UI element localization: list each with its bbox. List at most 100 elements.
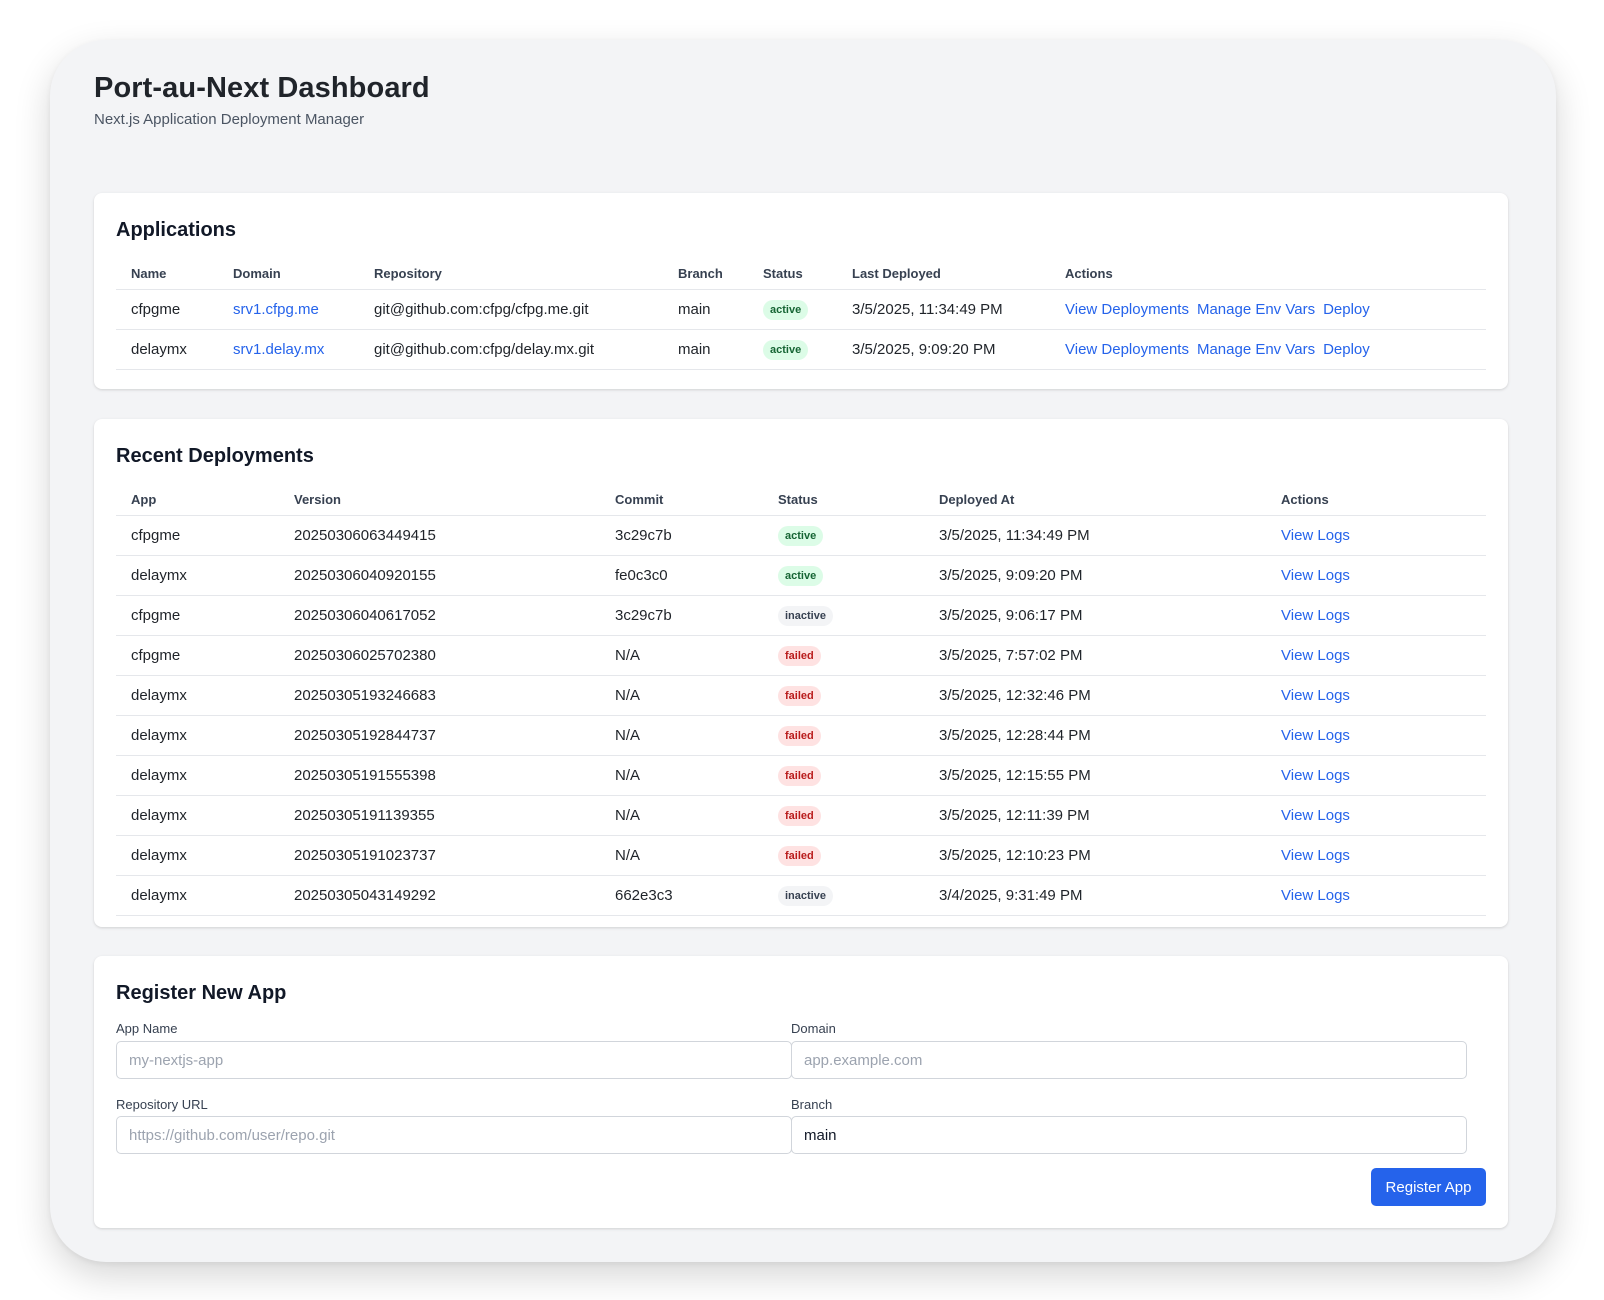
deploy-link[interactable]: Deploy (1323, 341, 1370, 358)
status-badge: failed (778, 845, 821, 866)
branch-cell: main (663, 329, 748, 370)
actions-cell: View Deployments Manage Env Vars Deploy (1050, 329, 1486, 370)
manage-env-vars-link[interactable]: Manage Env Vars (1197, 341, 1315, 358)
commit-cell: N/A (600, 795, 763, 836)
domain-link[interactable]: srv1.cfpg.me (233, 301, 319, 318)
app-cell: delaymx (116, 875, 279, 916)
view-logs-link[interactable]: View Logs (1281, 767, 1350, 784)
view-deployments-link[interactable]: View Deployments (1065, 301, 1189, 318)
table-row: delaymx 20250305191023737 N/A failed 3/5/202… (116, 835, 1486, 876)
view-logs-link[interactable]: View Logs (1281, 847, 1350, 864)
last-deployed-cell: 3/5/2025, 11:34:49 PM (837, 289, 1050, 330)
status-badge: active (778, 525, 824, 546)
view-logs-link[interactable]: View Logs (1281, 807, 1350, 824)
view-logs-link[interactable]: View Logs (1281, 727, 1350, 744)
deployments-header-row: App Version Commit Status Deployed At Actions (116, 483, 1486, 516)
app-cell: delaymx (116, 835, 279, 876)
status-badge: failed (778, 765, 821, 786)
actions-cell: View Logs (1266, 715, 1486, 756)
deployed-at-cell: 3/4/2025, 9:31:49 PM (924, 875, 1266, 916)
version-cell: 20250305192844737 (279, 715, 600, 756)
column-header: Status (748, 257, 837, 290)
column-header: Actions (1266, 483, 1486, 516)
actions-cell: View Logs (1266, 675, 1486, 716)
page-subtitle: Next.js Application Deployment Manager (94, 111, 365, 128)
app-cell: cfpgme (116, 635, 279, 676)
version-cell: 20250306025702380 (279, 635, 600, 676)
manage-env-vars-link[interactable]: Manage Env Vars (1197, 301, 1315, 318)
domain-link[interactable]: srv1.delay.mx (233, 341, 324, 358)
commit-cell: N/A (600, 715, 763, 756)
app-name-input[interactable] (116, 1041, 792, 1079)
deployments-table: App Version Commit Status Deployed At Actions… (116, 483, 1486, 916)
repository-url-label: Repository URL (116, 1097, 208, 1112)
table-row: cfpgme 20250306063449415 3c29c7b active 3/5/… (116, 515, 1486, 556)
branch-input[interactable] (791, 1116, 1467, 1154)
version-cell: 20250305191139355 (279, 795, 600, 836)
status-badge: failed (778, 645, 821, 666)
status-cell: active (748, 329, 837, 370)
status-badge: inactive (778, 605, 833, 626)
deployed-at-cell: 3/5/2025, 12:11:39 PM (924, 795, 1266, 836)
column-header: Branch (663, 257, 748, 290)
view-logs-link[interactable]: View Logs (1281, 647, 1350, 664)
view-logs-link[interactable]: View Logs (1281, 527, 1350, 544)
actions-cell: View Logs (1266, 795, 1486, 836)
deployed-at-cell: 3/5/2025, 12:10:23 PM (924, 835, 1266, 876)
repository-cell: git@github.com:cfpg/cfpg.me.git (359, 289, 663, 330)
commit-cell: 662e3c3 (600, 875, 763, 916)
status-badge: active (778, 565, 824, 586)
app-name-cell: cfpgme (116, 289, 218, 330)
app-cell: delaymx (116, 675, 279, 716)
applications-header-row: Name Domain Repository Branch Status Last Dep… (116, 257, 1486, 290)
actions-cell: View Logs (1266, 755, 1486, 796)
app-name-cell: delaymx (116, 329, 218, 370)
commit-cell: N/A (600, 675, 763, 716)
domain-input[interactable] (791, 1041, 1467, 1079)
version-cell: 20250305043149292 (279, 875, 600, 916)
table-row: delaymx 20250305191555398 N/A failed 3/5/202… (116, 755, 1486, 796)
commit-cell: N/A (600, 755, 763, 796)
status-cell: failed (763, 835, 924, 876)
view-deployments-link[interactable]: View Deployments (1065, 341, 1189, 358)
column-header: App (116, 483, 279, 516)
table-row: delaymx 20250306040920155 fe0c3c0 active 3/5… (116, 555, 1486, 596)
commit-cell: fe0c3c0 (600, 555, 763, 596)
applications-body: cfpgme srv1.cfpg.me git@github.com:cfpg/cf… (116, 289, 1486, 370)
actions-cell: View Logs (1266, 635, 1486, 676)
deploy-link[interactable]: Deploy (1323, 301, 1370, 318)
status-cell: active (763, 555, 924, 596)
table-row: cfpgme srv1.cfpg.me git@github.com:cfpg/cf… (116, 289, 1486, 330)
table-row: delaymx 20250305043149292 662e3c3 inactive 3… (116, 875, 1486, 916)
app-cell: delaymx (116, 555, 279, 596)
dashboard-content: Port-au-Next Dashboard Next.js Applicati… (94, 72, 1508, 1228)
version-cell: 20250306040920155 (279, 555, 600, 596)
view-logs-link[interactable]: View Logs (1281, 687, 1350, 704)
status-cell: inactive (763, 595, 924, 636)
app-cell: cfpgme (116, 515, 279, 556)
applications-title: Applications (116, 219, 237, 241)
table-row: cfpgme 20250306040617052 3c29c7b inactive 3/… (116, 595, 1486, 636)
register-app-button[interactable]: Register App (1371, 1168, 1486, 1206)
deployments-title: Recent Deployments (116, 445, 314, 467)
status-cell: active (748, 289, 837, 330)
version-cell: 20250306063449415 (279, 515, 600, 556)
deployed-at-cell: 3/5/2025, 11:34:49 PM (924, 515, 1266, 556)
page-title: Port-au-Next Dashboard (94, 72, 430, 104)
view-logs-link[interactable]: View Logs (1281, 887, 1350, 904)
status-cell: failed (763, 635, 924, 676)
column-header: Version (279, 483, 600, 516)
column-header: Last Deployed (837, 257, 1050, 290)
actions-cell: View Logs (1266, 515, 1486, 556)
version-cell: 20250305191023737 (279, 835, 600, 876)
view-logs-link[interactable]: View Logs (1281, 567, 1350, 584)
actions-cell: View Logs (1266, 835, 1486, 876)
actions-cell: View Logs (1266, 555, 1486, 596)
status-cell: active (763, 515, 924, 556)
repository-url-input[interactable] (116, 1116, 792, 1154)
actions-cell: View Logs (1266, 875, 1486, 916)
view-logs-link[interactable]: View Logs (1281, 607, 1350, 624)
branch-cell: main (663, 289, 748, 330)
domain-label: Domain (791, 1021, 836, 1036)
deployments-body: cfpgme 20250306063449415 3c29c7b active 3/5/… (116, 515, 1486, 916)
